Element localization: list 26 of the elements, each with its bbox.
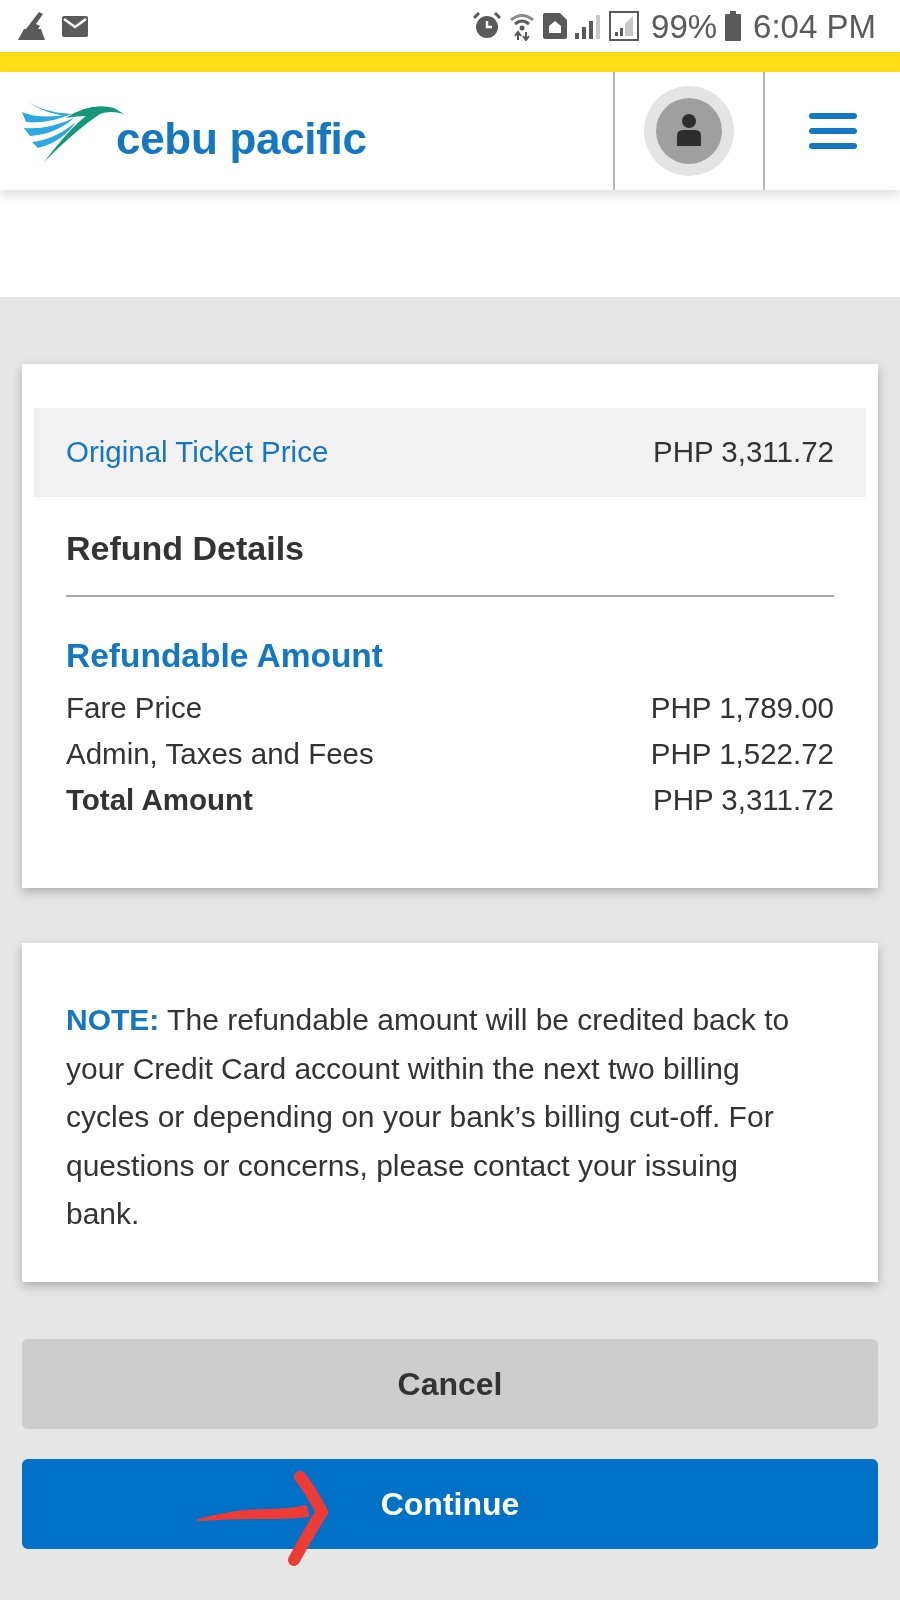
amount-label: Admin, Taxes and Fees xyxy=(66,736,374,772)
battery-percentage: 99% xyxy=(651,9,718,43)
refund-note-text: NOTE: The refundable amount will be credited back to your Credit Card account within the next two billing cycles or depending on your bank’s billing cut-off. For questions or concerns, please contact your issuing bank. xyxy=(66,1002,791,1232)
broom-icon xyxy=(18,12,46,40)
signal-icon xyxy=(575,13,602,39)
continue-button[interactable]: Continue xyxy=(22,1458,878,1549)
amount-label: Fare Price xyxy=(66,690,203,726)
home-icon xyxy=(543,13,568,39)
wifi-icon xyxy=(509,11,536,41)
alarm-icon xyxy=(473,12,502,40)
menu-icon[interactable] xyxy=(808,113,857,149)
clock-time: 6:04 PM xyxy=(753,9,876,43)
amount-value: PHP 1,522.72 xyxy=(650,736,834,772)
amount-label: Total Amount xyxy=(66,782,253,818)
refundable-amount-heading: Refundable Amount xyxy=(66,638,384,674)
amount-value: PHP 1,789.00 xyxy=(650,690,834,726)
logo-wordmark[interactable]: cebu pacific xyxy=(116,117,367,161)
account-avatar-icon[interactable] xyxy=(644,86,734,176)
battery-icon xyxy=(725,11,742,41)
refund-details-heading: Refund Details xyxy=(66,530,306,566)
cancel-button[interactable]: Cancel xyxy=(22,1338,878,1429)
amount-value: PHP 3,311.72 xyxy=(653,782,834,818)
mail-icon xyxy=(62,15,88,37)
original-price-amount: PHP 3,311.72 xyxy=(653,434,834,471)
signal-icon xyxy=(609,11,640,41)
original-price-label: Original Ticket Price xyxy=(66,434,329,471)
